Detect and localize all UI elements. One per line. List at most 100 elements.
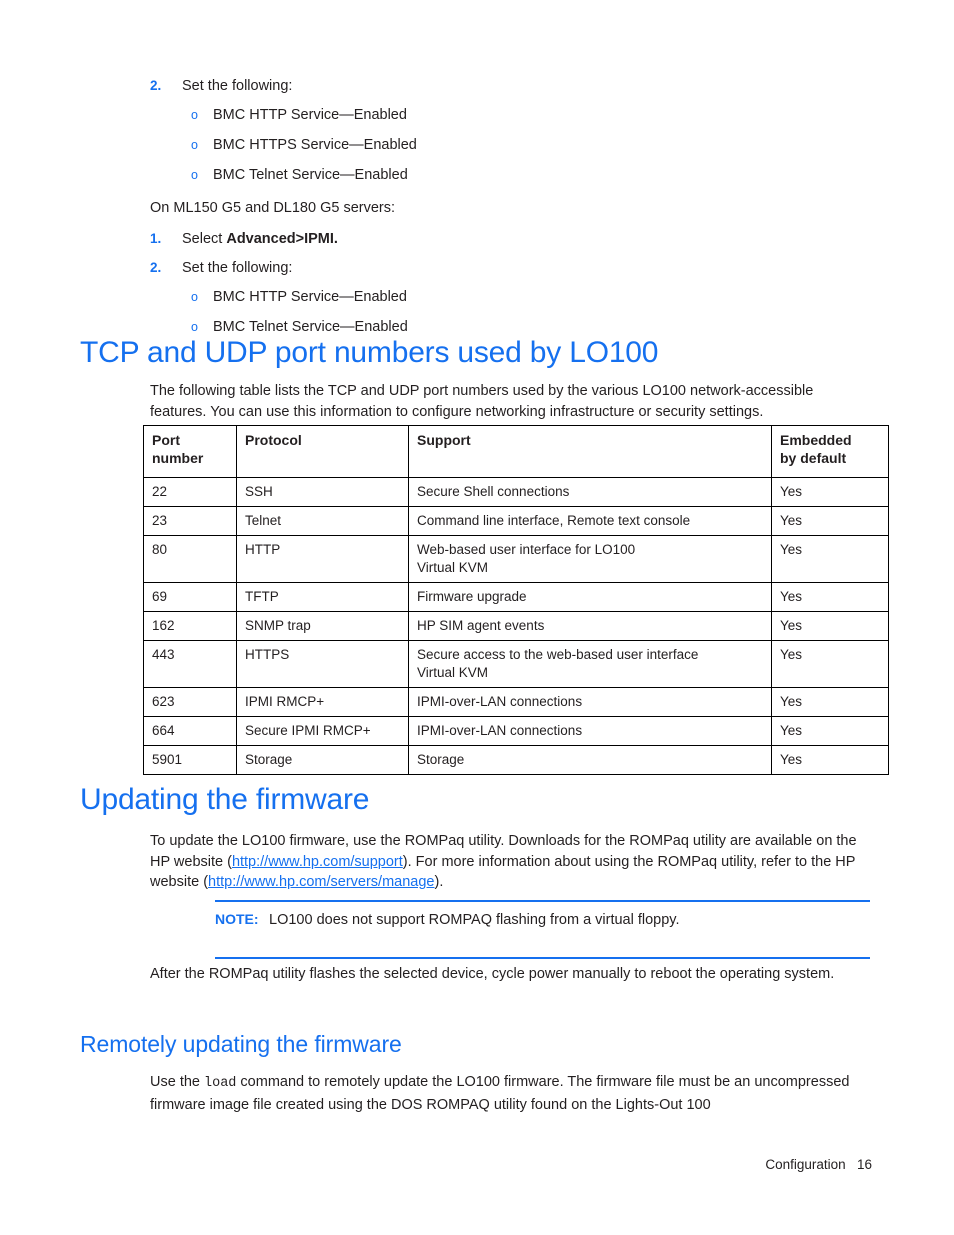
footer-chapter-label: Configuration — [765, 1157, 846, 1172]
hp-servers-manage-link[interactable]: http://www.hp.com/servers/manage — [208, 874, 434, 890]
remote-paragraph-part2: command to remotely update the LO100 fir… — [150, 1074, 850, 1113]
cell-embedded: Yes — [771, 535, 889, 583]
footer-spacer — [846, 1157, 857, 1172]
cell-embedded: Yes — [771, 477, 889, 507]
step-number: 1. — [150, 231, 162, 246]
cell-embedded: Yes — [771, 611, 889, 641]
cell-protocol: Telnet — [236, 506, 409, 536]
column-header-port-line1: Port — [152, 432, 180, 448]
table-row: 664 Secure IPMI RMCP+ IPMI-over-LAN conn… — [143, 716, 889, 746]
list-item: 2. Set the following: — [150, 258, 890, 278]
step-text: Select Advanced>IPMI. — [182, 229, 338, 249]
step-text-bold: Advanced>IPMI. — [226, 231, 338, 247]
port-numbers-table: Port number Protocol Support Embedded by… — [143, 425, 889, 775]
remote-paragraph: Use the load command to remotely update … — [150, 1072, 865, 1115]
cell-protocol: Storage — [236, 745, 409, 775]
section-heading-ports: TCP and UDP port numbers used by LO100 — [80, 336, 659, 369]
cell-support-line2: Virtual KVM — [417, 560, 489, 575]
list-item: o BMC HTTP Service—Enabled — [150, 105, 890, 126]
cell-protocol: HTTP — [236, 535, 409, 583]
cell-support: Storage — [408, 745, 772, 775]
table-row: 162 SNMP trap HP SIM agent events Yes — [143, 611, 889, 641]
cell-embedded: Yes — [771, 716, 889, 746]
cell-support: Secure Shell connections — [408, 477, 772, 507]
cell-port: 623 — [143, 687, 237, 717]
cell-port: 22 — [143, 477, 237, 507]
cell-support: Firmware upgrade — [408, 582, 772, 612]
circle-bullet-icon: o — [191, 168, 198, 182]
port-table-wrapper: Port number Protocol Support Embedded by… — [143, 425, 889, 775]
column-header-port-line2: number — [152, 450, 204, 466]
circle-bullet-icon: o — [191, 108, 198, 122]
remote-paragraph-part1: Use the — [150, 1074, 204, 1090]
page-footer: Configuration 16 — [750, 1142, 872, 1187]
updating-paragraph: To update the LO100 firmware, use the RO… — [150, 831, 865, 893]
cell-support: IPMI-over-LAN connections — [408, 687, 772, 717]
bullet-text: BMC HTTP Service—Enabled — [213, 289, 407, 305]
column-header-support: Support — [408, 425, 772, 478]
servers-intro-line: On ML150 G5 and DL180 G5 servers: — [150, 200, 396, 216]
bullet-text: BMC HTTPS Service—Enabled — [213, 137, 417, 153]
cell-embedded: Yes — [771, 687, 889, 717]
cell-port: 69 — [143, 582, 237, 612]
table-body: 22 SSH Secure Shell connections Yes 23 T… — [143, 477, 889, 775]
load-command-text: load — [204, 1076, 237, 1091]
column-header-embedded-line1: Embedded — [780, 432, 852, 448]
cell-port: 162 — [143, 611, 237, 641]
table-row: 22 SSH Secure Shell connections Yes — [143, 477, 889, 507]
cell-support-line1: Web-based user interface for LO100 — [417, 542, 636, 557]
cell-embedded: Yes — [771, 745, 889, 775]
list-item: 1. Select Advanced>IPMI. — [150, 229, 890, 249]
cell-port: 80 — [143, 535, 237, 583]
cell-protocol: HTTPS — [236, 640, 409, 688]
list-item: o BMC Telnet Service—Enabled — [150, 165, 890, 186]
cell-port: 443 — [143, 640, 237, 688]
cell-support: Secure access to the web-based user inte… — [408, 640, 772, 688]
section-heading-remote: Remotely updating the firmware — [80, 1031, 402, 1057]
cell-protocol: TFTP — [236, 582, 409, 612]
cell-protocol: IPMI RMCP+ — [236, 687, 409, 717]
column-header-protocol: Protocol — [236, 425, 409, 478]
cell-protocol: SSH — [236, 477, 409, 507]
step-text: Set the following: — [182, 78, 293, 94]
note-box: NOTE: LO100 does not support ROMPAQ flas… — [215, 900, 870, 959]
bullet-text: BMC HTTP Service—Enabled — [213, 107, 407, 123]
cell-embedded: Yes — [771, 506, 889, 536]
column-header-embedded-line2: by default — [780, 450, 847, 466]
table-head: Port number Protocol Support Embedded by… — [143, 425, 889, 478]
step-number: 2. — [150, 260, 162, 275]
cell-support: Web-based user interface for LO100 Virtu… — [408, 535, 772, 583]
table-row: 623 IPMI RMCP+ IPMI-over-LAN connections… — [143, 687, 889, 717]
cell-protocol: Secure IPMI RMCP+ — [236, 716, 409, 746]
table-row: 5901 Storage Storage Yes — [143, 745, 889, 775]
table-row: 443 HTTPS Secure access to the web-based… — [143, 640, 889, 688]
step-number: 2. — [150, 78, 162, 93]
circle-bullet-icon: o — [191, 138, 198, 152]
hp-support-link[interactable]: http://www.hp.com/support — [232, 854, 403, 870]
list-item: 2. Set the following: — [150, 76, 890, 96]
column-header-embedded: Embedded by default — [771, 425, 889, 478]
table-header-row: Port number Protocol Support Embedded by… — [143, 425, 889, 478]
document-page: 2. Set the following: o BMC HTTP Service… — [0, 0, 954, 1235]
note-label: NOTE: — [215, 911, 259, 927]
top-procedure-block: 2. Set the following: o BMC HTTP Service… — [150, 76, 890, 347]
bullet-text: BMC Telnet Service—Enabled — [213, 167, 408, 183]
section-heading-updating: Updating the firmware — [80, 783, 370, 816]
footer-page-number: 16 — [856, 1157, 872, 1172]
cell-support: HP SIM agent events — [408, 611, 772, 641]
column-header-port: Port number — [143, 425, 237, 478]
cell-embedded: Yes — [771, 582, 889, 612]
step-text-plain: Select — [182, 231, 227, 247]
cell-support: IPMI-over-LAN connections — [408, 716, 772, 746]
updating-paragraph-part3: ). — [434, 874, 444, 890]
cell-embedded: Yes — [771, 640, 889, 688]
cell-port: 664 — [143, 716, 237, 746]
list-item: o BMC HTTPS Service—Enabled — [150, 135, 890, 156]
note-text: LO100 does not support ROMPAQ flashing f… — [269, 912, 680, 928]
list-item: o BMC HTTP Service—Enabled — [150, 287, 890, 308]
table-row: 23 Telnet Command line interface, Remote… — [143, 506, 889, 536]
cell-port: 23 — [143, 506, 237, 536]
cell-port: 5901 — [143, 745, 237, 775]
step-text: Set the following: — [182, 260, 293, 276]
post-note-paragraph: After the ROMPaq utility flashes the sel… — [150, 966, 835, 982]
